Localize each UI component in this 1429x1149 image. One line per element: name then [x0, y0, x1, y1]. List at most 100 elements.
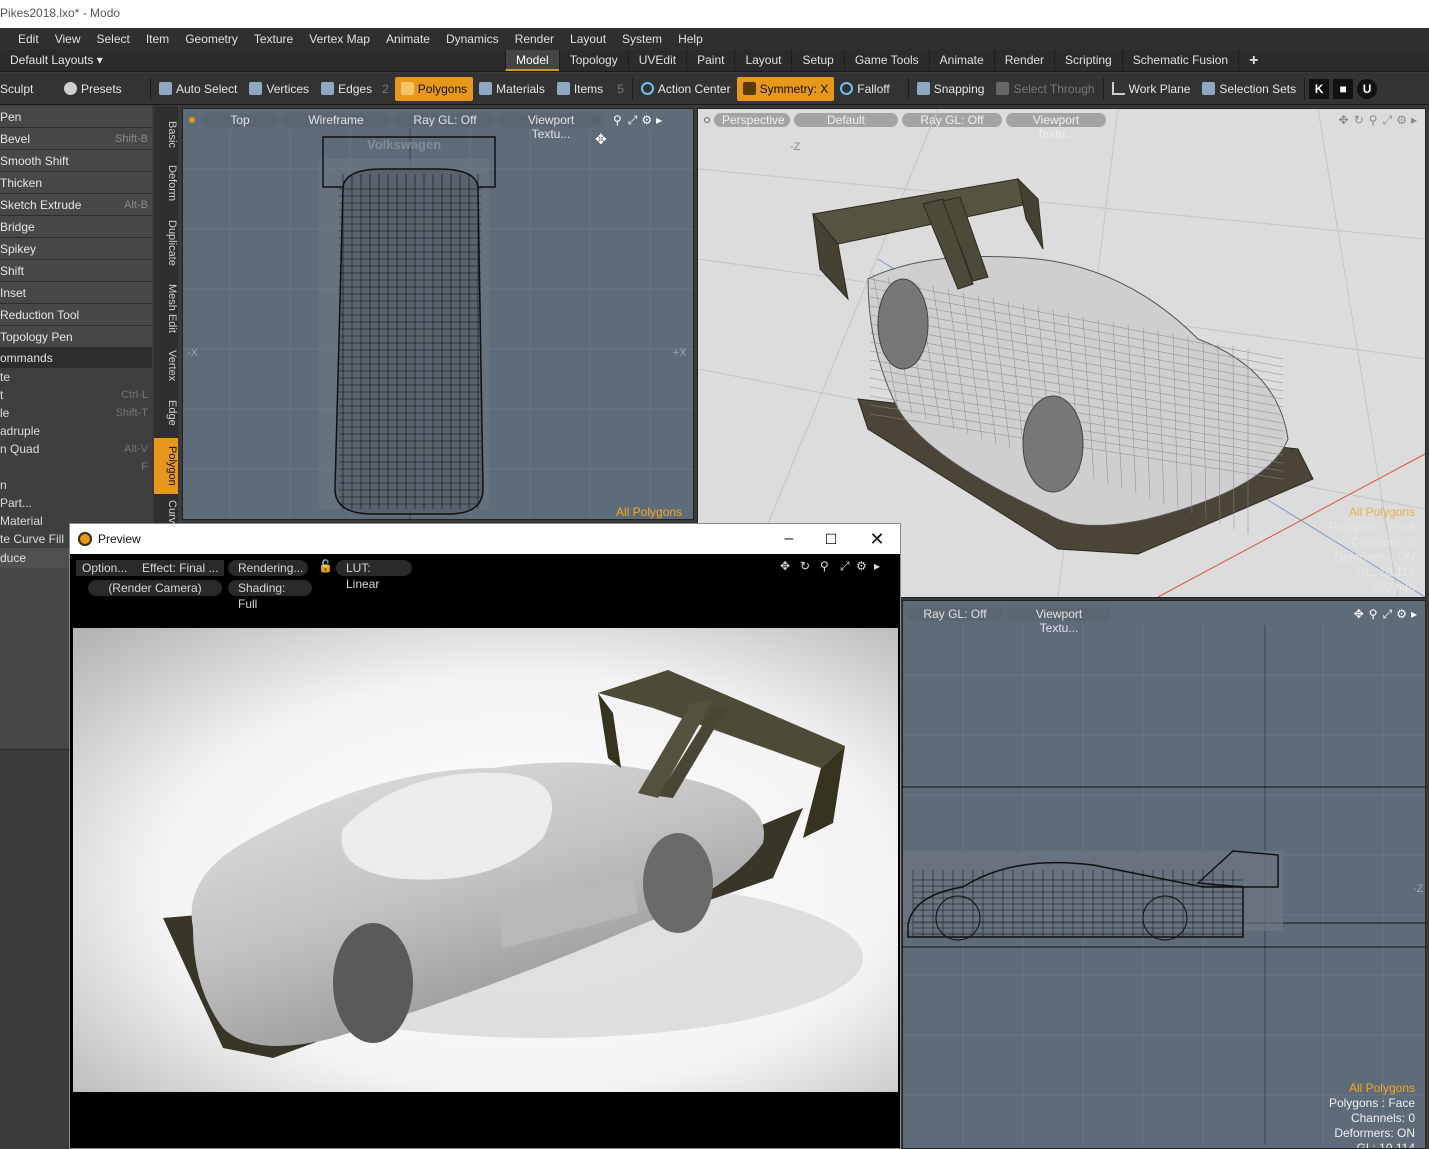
snapping-button[interactable]: Snapping — [911, 77, 991, 101]
items-button[interactable]: Items 5 — [551, 77, 630, 101]
command-item[interactable]: te — [0, 368, 152, 386]
vtab-vertex[interactable]: Vertex — [154, 342, 178, 390]
polygons-button[interactable]: Polygons — [394, 76, 474, 101]
vtab-basic[interactable]: Basic — [154, 114, 178, 154]
default-layouts-dropdown[interactable]: Default Layouts ▾ — [0, 50, 103, 71]
menu-animate[interactable]: Animate — [378, 32, 438, 46]
maximize-icon[interactable]: ⤢ — [628, 113, 638, 128]
search-icon[interactable]: ⚲ — [820, 559, 829, 573]
expand-arrow-icon[interactable]: ▸ — [874, 559, 880, 573]
rotate-icon[interactable]: ↻ — [800, 559, 810, 573]
view-type-button[interactable]: Top — [203, 113, 277, 127]
vtab-mesh-edit[interactable]: Mesh Edit — [154, 278, 178, 338]
expand-arrow-icon[interactable]: ▸ — [1411, 607, 1417, 621]
vtab-deform[interactable]: Deform — [154, 158, 178, 208]
viewport-texture-button[interactable]: Viewport Textu... — [499, 113, 603, 141]
add-tab-button[interactable]: + — [1238, 50, 1268, 71]
pan-icon[interactable]: ✥ — [780, 559, 790, 573]
menu-item[interactable]: Item — [138, 32, 177, 46]
tab-game-tools[interactable]: Game Tools — [843, 50, 929, 71]
command-item[interactable]: n — [0, 476, 152, 494]
tool-item[interactable]: Topology Pen — [0, 326, 152, 348]
options-button[interactable]: Option... — [76, 560, 138, 576]
menu-texture[interactable]: Texture — [246, 32, 301, 46]
command-item[interactable]: adruple — [0, 422, 152, 440]
lock-icon[interactable]: 🔓 — [318, 559, 333, 573]
tool-item[interactable]: Shift — [0, 260, 152, 282]
select-through-button[interactable]: Select Through — [990, 77, 1100, 101]
raygl-button[interactable]: Ray GL: Off — [907, 607, 1003, 621]
minimize-button[interactable]: – — [780, 524, 798, 554]
command-item[interactable]: F — [0, 458, 152, 476]
maximize-icon[interactable]: ⤢ — [1383, 607, 1393, 622]
command-item[interactable]: le Shift-T — [0, 404, 152, 422]
tab-uvedit[interactable]: UVEdit — [627, 50, 686, 71]
tool-item[interactable]: Inset — [0, 282, 152, 304]
auto-select-button[interactable]: Auto Select — [153, 77, 243, 101]
close-button[interactable]: ✕ — [868, 524, 886, 554]
tool-item[interactable]: Bevel Shift-B — [0, 128, 152, 150]
vtab-edge[interactable]: Edge — [154, 394, 178, 432]
tool-item[interactable]: Pen — [0, 106, 152, 128]
tool-item[interactable]: Reduction Tool — [0, 304, 152, 326]
menu-vertex-map[interactable]: Vertex Map — [301, 32, 378, 46]
command-item[interactable]: t Ctrl-L — [0, 386, 152, 404]
menu-layout[interactable]: Layout — [562, 32, 614, 46]
viewport-side[interactable]: Ray GL: Off Viewport Textu... ✥ ⚲ ⤢ ⚙ ▸ … — [902, 600, 1426, 1149]
box-icon-button[interactable]: ■ — [1331, 77, 1355, 101]
unreal-icon-button[interactable]: U — [1355, 77, 1379, 101]
search-icon[interactable]: ⚲ — [1369, 607, 1378, 621]
tab-render[interactable]: Render — [993, 50, 1054, 71]
preview-titlebar[interactable]: Preview – ☐ ✕ — [70, 524, 900, 554]
menu-edit[interactable]: Edit — [10, 32, 47, 46]
tool-item[interactable]: Thicken — [0, 172, 152, 194]
falloff-button[interactable]: Falloff — [834, 77, 895, 101]
gear-icon[interactable]: ⚙ — [856, 559, 867, 573]
shading-full-button[interactable]: Shading: Full — [228, 580, 312, 611]
gear-icon[interactable]: ⚙ — [1396, 607, 1407, 621]
maximize-button[interactable]: ☐ — [822, 524, 840, 554]
menu-help[interactable]: Help — [670, 32, 711, 46]
tool-item[interactable]: Sketch Extrude Alt-B — [0, 194, 152, 216]
rendering-button[interactable]: Rendering... — [228, 560, 308, 576]
tab-layout[interactable]: Layout — [734, 50, 791, 71]
sculpt-button[interactable]: Sculpt — [0, 77, 58, 101]
preview-window[interactable]: Preview – ☐ ✕ Option... Effect: Final ..… — [69, 523, 901, 1149]
tab-schematic-fusion[interactable]: Schematic Fusion — [1121, 50, 1238, 71]
menu-geometry[interactable]: Geometry — [177, 32, 246, 46]
vtab-polygon[interactable]: Polygon — [154, 438, 178, 494]
menu-select[interactable]: Select — [88, 32, 137, 46]
k-icon-button[interactable]: K — [1307, 77, 1331, 101]
tab-scripting[interactable]: Scripting — [1054, 50, 1122, 71]
presets-button[interactable]: Presets — [58, 77, 148, 101]
materials-button[interactable]: Materials — [473, 77, 551, 101]
vtab-duplicate[interactable]: Duplicate — [154, 212, 178, 274]
tab-paint[interactable]: Paint — [686, 50, 734, 71]
menu-render[interactable]: Render — [507, 32, 562, 46]
tool-item[interactable]: Spikey — [0, 238, 152, 260]
viewport-top[interactable]: Top Wireframe Ray GL: Off Viewport Textu… — [182, 108, 694, 520]
edges-button[interactable]: Edges 2 — [315, 77, 395, 101]
vertices-button[interactable]: Vertices — [243, 77, 315, 101]
command-item[interactable]: n Quad Alt-V — [0, 440, 152, 458]
gear-icon[interactable]: ⚙ — [641, 113, 652, 127]
tab-model[interactable]: Model — [505, 50, 559, 71]
menu-system[interactable]: System — [614, 32, 670, 46]
selection-sets-button[interactable]: Selection Sets — [1196, 77, 1302, 101]
tab-animate[interactable]: Animate — [928, 50, 994, 71]
symmetry-button[interactable]: Symmetry: X — [736, 76, 835, 101]
menu-view[interactable]: View — [47, 32, 89, 46]
work-plane-button[interactable]: Work Plane — [1106, 77, 1197, 101]
pan-icon[interactable]: ✥ — [1354, 607, 1364, 621]
raygl-button[interactable]: Ray GL: Off — [395, 113, 495, 127]
menu-dynamics[interactable]: Dynamics — [438, 32, 507, 46]
maximize-icon[interactable]: ⤢ — [840, 559, 850, 574]
search-icon[interactable]: ⚲ — [613, 113, 622, 127]
lut-button[interactable]: LUT: Linear — [336, 560, 412, 591]
command-item[interactable]: Part... — [0, 494, 152, 512]
tab-topology[interactable]: Topology — [558, 50, 628, 71]
vtab-curve[interactable]: Curv — [154, 498, 178, 526]
effect-button[interactable]: Effect: Final ... — [138, 560, 224, 576]
tool-item[interactable]: Smooth Shift — [0, 150, 152, 172]
tool-item[interactable]: Bridge — [0, 216, 152, 238]
